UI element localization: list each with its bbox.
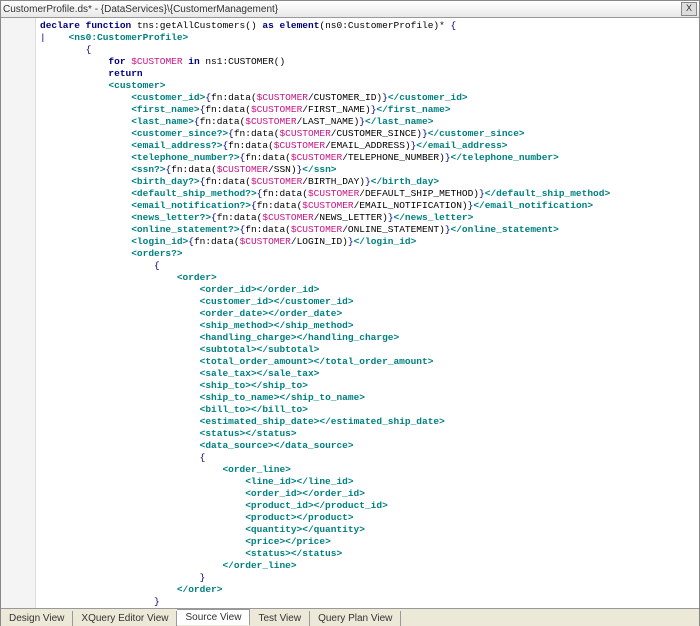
close-icon[interactable]: X: [681, 2, 697, 16]
code-area[interactable]: declare function tns:getAllCustomers() a…: [1, 18, 699, 608]
tab-design[interactable]: Design View: [1, 611, 73, 626]
titlebar: CustomerProfile.ds* - {DataServices}\{Cu…: [1, 1, 699, 18]
tab-source[interactable]: Source View: [177, 609, 250, 625]
tab-test[interactable]: Test View: [250, 611, 310, 626]
tab-queryplan[interactable]: Query Plan View: [310, 611, 401, 626]
gutter: [1, 18, 36, 608]
view-tabs: Design View XQuery Editor View Source Vi…: [1, 608, 699, 626]
window-title: CustomerProfile.ds* - {DataServices}\{Cu…: [3, 4, 278, 15]
source-code[interactable]: declare function tns:getAllCustomers() a…: [36, 18, 614, 608]
editor-window: CustomerProfile.ds* - {DataServices}\{Cu…: [0, 0, 700, 626]
tab-xquery[interactable]: XQuery Editor View: [73, 611, 177, 626]
